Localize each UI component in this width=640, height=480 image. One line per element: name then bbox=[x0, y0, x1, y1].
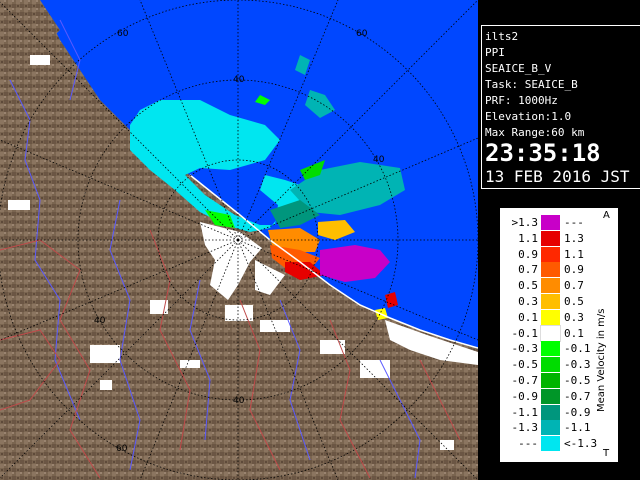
range-label-south: 40 bbox=[233, 396, 245, 406]
ppi-radar-view[interactable]: 60 40 40 40 40 60 60 bbox=[0, 0, 478, 480]
legend-lower-value: 0.3 bbox=[518, 295, 538, 308]
legend-lower-value: >1.3 bbox=[511, 216, 539, 229]
legend-color-swatch bbox=[541, 262, 560, 278]
legend-color-swatch bbox=[541, 436, 560, 452]
legend-color-swatch bbox=[541, 246, 560, 262]
legend-color-swatch bbox=[541, 420, 560, 436]
radar-name: ilts2 bbox=[485, 30, 519, 43]
max-range-value: Max Range:60 km bbox=[485, 126, 585, 139]
legend-lower-value: -0.1 bbox=[511, 326, 539, 340]
legend-upper-value: <-1.3 bbox=[564, 437, 598, 451]
ppi-radar-image: 60 40 40 40 40 60 60 bbox=[0, 0, 478, 480]
range-label-north: 40 bbox=[233, 75, 245, 85]
legend-color-swatch bbox=[541, 388, 560, 404]
legend-lower-value: 0.5 bbox=[518, 279, 538, 293]
legend-color-swatch bbox=[541, 404, 560, 420]
legend-lower-value: -1.1 bbox=[511, 405, 539, 419]
legend-color-swatch bbox=[541, 309, 560, 325]
scan-type: PPI bbox=[485, 46, 505, 59]
range-label-west: 40 bbox=[94, 316, 106, 326]
legend-lower-value: -0.3 bbox=[511, 342, 539, 356]
legend-color-swatch bbox=[541, 294, 560, 309]
range-label-south-outer: 60 bbox=[116, 444, 128, 454]
legend-lower-value: 0.1 bbox=[518, 310, 538, 324]
scan-time: 23:35:18 bbox=[485, 139, 601, 167]
range-label-north-right: 60 bbox=[356, 29, 368, 39]
legend-color-swatch bbox=[541, 230, 560, 246]
product-name: SEAICE_B_V bbox=[485, 62, 552, 75]
task-name: Task: SEAICE_B bbox=[485, 78, 578, 91]
legend-color-swatch bbox=[541, 341, 560, 357]
legend-lower-value: 0.7 bbox=[518, 263, 538, 277]
range-label-east: 40 bbox=[373, 155, 385, 165]
velocity-color-legend: >1.3 --- 1.1 1.3 0.9 1.1 0.7 0.9 0.5 0.7 0.3 0.5 0.1… bbox=[500, 208, 618, 462]
legend-lower-value: -1.3 bbox=[511, 421, 539, 435]
legend-color-swatch bbox=[541, 278, 560, 294]
legend-upper-value: -1.1 bbox=[564, 421, 591, 435]
legend-color-swatch bbox=[541, 215, 560, 230]
prf-value: PRF: 1000Hz bbox=[485, 94, 558, 107]
legend-marker-top: A bbox=[603, 210, 610, 221]
legend-title: Mean Velocity in m/s bbox=[596, 308, 607, 412]
legend-row: -1.3 -1.1 bbox=[500, 420, 618, 436]
legend-lower-value: -0.7 bbox=[511, 374, 539, 387]
range-label-north-outer: 60 bbox=[117, 29, 129, 39]
elevation-value: Elevation:1.0 bbox=[485, 110, 572, 123]
legend-marker-bottom: T bbox=[603, 448, 610, 459]
scan-info-panel: ilts2 PPI SEAICE_B_V Task: SEAICE_B PRF:… bbox=[481, 25, 640, 189]
legend-lower-value: --- bbox=[518, 437, 538, 451]
radar-display-window: 60 40 40 40 40 60 60 ilts2 PPI SEAICE_B_… bbox=[0, 0, 640, 480]
legend-color-swatch bbox=[541, 357, 560, 373]
legend-color-swatch bbox=[540, 324, 561, 342]
legend-color-swatch bbox=[541, 373, 560, 388]
legend-lower-value: -0.9 bbox=[511, 389, 539, 403]
legend-lower-value: 1.1 bbox=[518, 231, 538, 245]
legend-lower-value: 0.9 bbox=[518, 247, 538, 261]
legend-row: --- <-1.3 bbox=[500, 436, 618, 452]
legend-lower-value: -0.5 bbox=[511, 358, 539, 372]
